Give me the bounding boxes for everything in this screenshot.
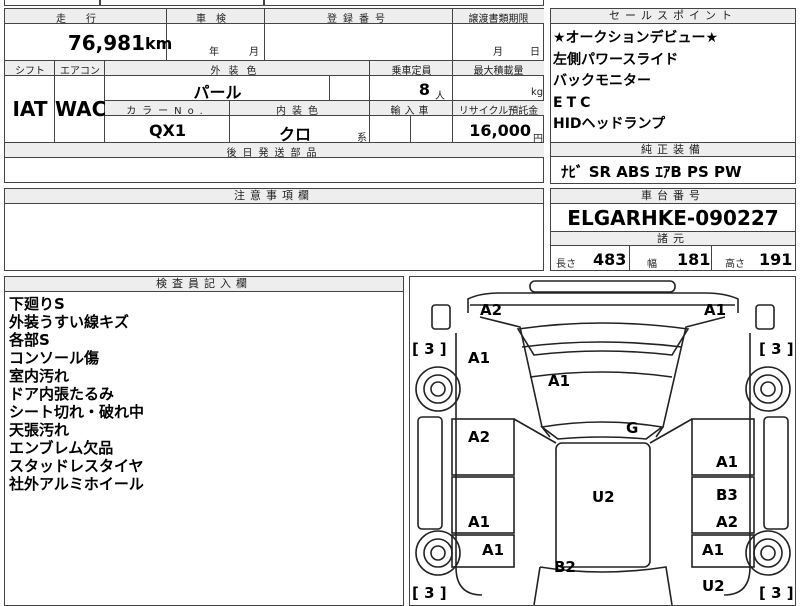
mark-front-left: A2 [480, 301, 503, 319]
inspector-note: シート切れ・破れ中 [9, 403, 145, 421]
mileage-value: 76,981 [67, 31, 145, 55]
height-label: 高さ [725, 259, 745, 270]
inspector-note: 下廻りS [9, 295, 65, 313]
width-value: 181 [677, 250, 711, 269]
inspector-box: 検査員記入欄 下廻りS 外装うすい線キズ 各部S コンソール傷 室内汚れ ドア内… [4, 276, 404, 606]
damage-diagram: [ 3 ] [ 3 ] [ 3 ] [ 3 ] A2 A1 A1 A1 G A2… [409, 276, 796, 606]
mark-front-right: A1 [704, 301, 727, 319]
dimensions-label: 諸元 [551, 231, 795, 246]
interior-suffix: 系 [357, 133, 367, 144]
shift-label: シフト [15, 66, 45, 77]
chassis-value: ELGARHKE-090227 [567, 206, 779, 230]
tire-bracket-front-left: [ 3 ] [412, 340, 447, 358]
mark-rear-right: U2 [702, 577, 725, 595]
registration-value [265, 24, 453, 61]
sales-point-item: ★オークションデビュー★ [553, 30, 719, 46]
mark-back-door: B2 [554, 558, 576, 576]
interior-value: クロ [278, 125, 311, 144]
interior-label: 内装色 [276, 106, 324, 117]
sales-point-item: HIDヘッドランプ [553, 116, 666, 132]
max-load-label: 最大積載量 [473, 66, 524, 77]
inspector-note: コンソール傷 [9, 349, 100, 367]
mark-quarter-right: A1 [702, 541, 725, 559]
mileage-label: 走行 [56, 14, 116, 25]
mark-roof: U2 [592, 488, 615, 506]
recycle-value: 16,000 [469, 121, 531, 140]
sales-point-item: バックモニター [553, 73, 651, 89]
height-value: 191 [759, 250, 793, 269]
later-parts-label: 後日発送部品 [226, 148, 323, 159]
recycle-label: リサイクル預託金 [458, 106, 539, 117]
equipment-label: 純正装備 [551, 142, 795, 157]
color-no-value: QX1 [148, 121, 187, 140]
tire-bracket-front-right: [ 3 ] [759, 340, 794, 358]
caution-label: 注意事項欄 [5, 189, 543, 204]
transfer-label: 譲渡書類期限 [468, 14, 529, 25]
chassis-label: 車台番号 [551, 189, 795, 204]
transfer-month-unit: 月 [493, 47, 503, 58]
inspector-note: 外装うすい線キズ [9, 313, 130, 331]
sales-points-box: セールスポイント ★オークションデビュー★ 左側パワースライド バックモニター … [550, 8, 796, 184]
inspector-note: 室内汚れ [9, 367, 70, 385]
tire-bracket-rear-right: [ 3 ] [759, 584, 794, 602]
inspector-note: エンブレム欠品 [9, 439, 114, 457]
vehicle-info-grid: 走行 車検 登録番号 譲渡書類期限 76,981 km 年 月 月 日 シフト … [4, 8, 544, 183]
caution-box: 注意事項欄 [4, 188, 544, 271]
sales-point-item: 左側パワースライド [553, 51, 679, 68]
capacity-unit: 人 [435, 91, 445, 102]
mark-door-left-rear: A1 [468, 513, 491, 531]
inspector-note: ドア内張たるみ [9, 385, 115, 403]
sales-points-list: ★オークションデビュー★ 左側パワースライド バックモニター ETC HIDヘッ… [553, 28, 793, 136]
length-label: 長さ [556, 259, 576, 270]
mark-door-left-front: A2 [468, 428, 491, 446]
top-strip-cell-3 [264, 0, 544, 6]
color-no-label: カラーNo. [126, 106, 209, 117]
chassis-box: 車台番号 ELGARHKE-090227 諸元 長さ 483 幅 181 高さ … [550, 188, 796, 271]
inspector-note: スタッドレスタイヤ [9, 457, 144, 475]
length-value: 483 [593, 250, 627, 269]
mark-door-right-rear-2: A2 [716, 513, 739, 531]
inspector-label: 検査員記入欄 [5, 277, 403, 292]
width-label: 幅 [647, 259, 657, 270]
inspector-notes: 下廻りS 外装うすい線キズ 各部S コンソール傷 室内汚れ ドア内張たるみ シー… [9, 295, 399, 493]
shaken-year-unit: 年 [209, 47, 219, 58]
mark-fender-left: A1 [468, 349, 491, 367]
mark-door-right-rear: B3 [716, 486, 738, 504]
import-label: 輸入車 [390, 106, 433, 117]
exterior-label: 外装色 [210, 66, 265, 77]
mark-door-right-front: A1 [716, 453, 739, 471]
shaken-label: 車検 [196, 14, 236, 25]
tire-bracket-rear-left: [ 3 ] [412, 584, 447, 602]
max-load-unit: kg [531, 87, 544, 98]
shift-value: IAT [12, 97, 48, 121]
mark-quarter-left: A1 [482, 541, 505, 559]
inspector-note: 天張汚れ [9, 421, 70, 439]
sales-point-item: ETC [553, 94, 595, 111]
exterior-value: パール [193, 83, 242, 102]
shaken-month-unit: 月 [249, 47, 259, 58]
mark-windshield: G [626, 419, 639, 437]
inspector-note: 各部S [9, 331, 50, 349]
aircon-value: WAC [55, 97, 107, 121]
mark-hood: A1 [548, 372, 571, 390]
sales-points-label: セールスポイント [551, 9, 795, 24]
inspector-note: 社外アルミホイール [9, 475, 144, 493]
equipment-value: ﾅﾋﾞ SR ABS ｴｱB PS PW [561, 163, 742, 181]
capacity-value: 8 [418, 80, 430, 99]
registration-label: 登録番号 [327, 14, 391, 25]
transfer-day-unit: 日 [530, 47, 540, 58]
top-strip-cell-2 [100, 0, 264, 6]
capacity-label: 乗車定員 [391, 66, 432, 77]
top-strip-cell-1 [4, 0, 100, 6]
aircon-label: エアコン [60, 66, 100, 77]
